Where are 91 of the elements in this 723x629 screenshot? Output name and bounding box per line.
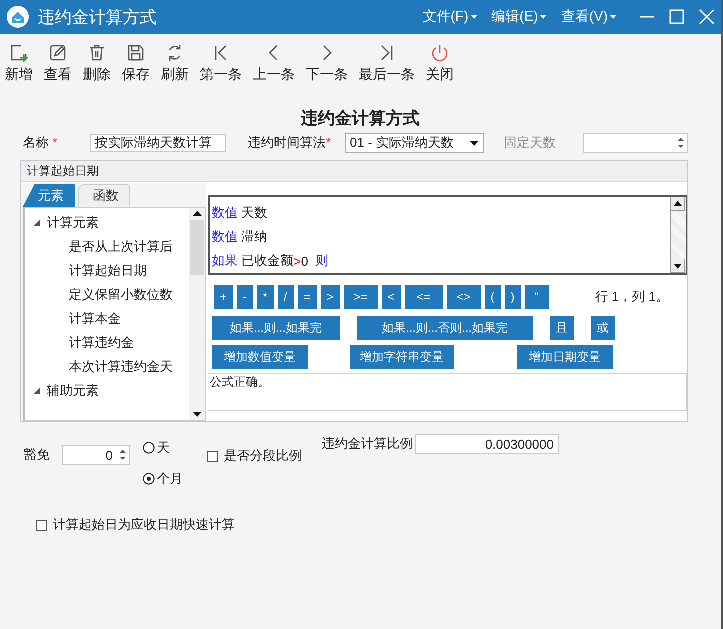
toolbar-button[interactable]: 新增 (5, 43, 33, 90)
logic-button[interactable]: 或 (591, 316, 615, 340)
scrollbar[interactable] (189, 208, 205, 420)
formula-line: 如果 已收金额>0 则 (211, 252, 330, 270)
operator-button[interactable]: ) (504, 285, 521, 309)
exemption-field[interactable]: 0 (62, 445, 130, 465)
operator-button[interactable]: ( (484, 285, 501, 309)
formula-editor[interactable]: 数值 天数 数值 滞纳 如果 已收金额>0 则 (208, 195, 687, 275)
tree-item[interactable]: 计算起始日期 (69, 262, 147, 280)
validation-message: 公式正确。 (208, 373, 687, 411)
operator-button[interactable]: >= (344, 285, 378, 309)
close-icon[interactable] (699, 9, 715, 25)
operator-button[interactable]: - (237, 285, 254, 309)
menu-item[interactable]: 编辑(E) (492, 8, 548, 26)
operator-button[interactable]: <> (446, 285, 481, 309)
toolbar-button[interactable]: 上一条 (253, 43, 295, 90)
method-label: 违约时间算法* (248, 134, 332, 152)
unit-radio[interactable]: 天 (143, 438, 183, 458)
tree-item[interactable]: 定义保留小数位数 (69, 286, 173, 304)
operator-button[interactable]: “ (524, 285, 549, 309)
scroll-up-icon[interactable] (192, 211, 202, 216)
menu-item[interactable]: 查看(V) (561, 8, 617, 26)
scroll-thumb[interactable] (190, 220, 204, 275)
edit-icon (48, 43, 68, 63)
operator-button[interactable]: > (320, 285, 340, 309)
tree-item[interactable]: 计算本金 (69, 310, 121, 328)
operator-button[interactable]: < (382, 285, 401, 309)
caret-icon (610, 14, 617, 20)
ratio-label: 违约金计算比例 (322, 435, 413, 453)
radio-icon[interactable] (143, 442, 155, 454)
menu-item[interactable]: 文件(F) (422, 8, 478, 26)
fixed-days-field[interactable] (583, 133, 688, 153)
toolbar-button[interactable]: 下一条 (306, 43, 348, 90)
segmented-checkbox[interactable]: 是否分段比例 (207, 446, 302, 466)
operator-button[interactable]: * (257, 285, 274, 309)
toolbar-button[interactable]: 最后一条 (359, 43, 415, 90)
logic-button[interactable]: 且 (550, 316, 574, 340)
scroll-up-icon[interactable] (671, 197, 685, 211)
tree-item[interactable]: 辅助元素 (47, 382, 99, 400)
operator-button[interactable]: = (298, 285, 317, 309)
toolbar-button[interactable]: 刷新 (161, 43, 189, 90)
add-icon (9, 43, 29, 63)
save-icon (126, 43, 146, 63)
tree-item[interactable]: 计算元素 (47, 214, 99, 232)
toolbar-button[interactable]: 删除 (83, 43, 111, 90)
panel-title: 计算起始日期 (27, 162, 99, 180)
name-label: 名称 * (23, 134, 59, 152)
tree-item[interactable]: 是否从上次计算后 (69, 238, 173, 256)
checkbox-icon[interactable] (36, 520, 47, 530)
tree-item[interactable]: 计算违约金 (69, 334, 134, 352)
caret-icon (540, 14, 548, 20)
method-dropdown[interactable]: 01 - 实际滞纳天数 (345, 133, 484, 153)
radio-icon[interactable] (143, 473, 155, 485)
toolbar-button[interactable]: 第一条 (200, 43, 242, 90)
toolbar-button[interactable]: 关闭 (426, 43, 454, 90)
formula-line: 数值 滞纳 (211, 228, 269, 246)
scroll-down-icon[interactable] (192, 412, 202, 417)
operator-button[interactable]: <= (404, 285, 443, 309)
add-variable-button[interactable]: 增加日期变量 (517, 345, 613, 369)
fixed-days-label: 固定天数 (504, 134, 557, 152)
exemption-label: 豁免 (24, 446, 51, 464)
maximize-icon[interactable] (669, 9, 685, 25)
caret-icon (470, 140, 479, 146)
toolbar-button[interactable]: 保存 (122, 43, 150, 90)
expand-icon[interactable] (33, 219, 41, 227)
window-title: 违约金计算方式 (38, 6, 158, 28)
expand-icon[interactable] (33, 387, 41, 395)
add-variable-button[interactable]: 增加数值变量 (212, 345, 308, 369)
form-heading: 违约金计算方式 (300, 108, 421, 129)
add-variable-button[interactable]: 增加字符串变量 (350, 345, 454, 369)
checkbox-icon[interactable] (207, 450, 218, 462)
cursor-position: 行 1，列 1。 (595, 288, 669, 306)
toolbar-button[interactable]: 查看 (44, 43, 72, 90)
power-icon (430, 43, 450, 63)
operator-button[interactable]: + (214, 285, 234, 309)
name-field[interactable]: 按实际滞纳天数计算 (90, 134, 226, 152)
app-logo-icon (6, 5, 30, 29)
caret-icon (470, 14, 478, 20)
logic-button[interactable]: 如果...则...否则...如果完 (357, 316, 533, 340)
scroll-down-icon[interactable] (671, 259, 685, 273)
logic-button[interactable]: 如果...则...如果完 (212, 316, 340, 340)
scrollbar[interactable] (670, 197, 686, 273)
ratio-field[interactable]: 0.00300000 (415, 434, 559, 454)
trash-icon (87, 43, 107, 63)
formula-line: 数值 天数 (211, 204, 269, 222)
tab[interactable]: 元素 (23, 184, 75, 207)
tree-item[interactable]: 本次计算违约金天 (69, 358, 173, 376)
quick-calc-checkbox[interactable]: 计算起始日为应收日期快速计算 (36, 515, 235, 535)
unit-radio[interactable]: 个月 (143, 469, 183, 489)
operator-button[interactable]: / (278, 285, 294, 309)
tab[interactable]: 函数 (78, 184, 130, 207)
